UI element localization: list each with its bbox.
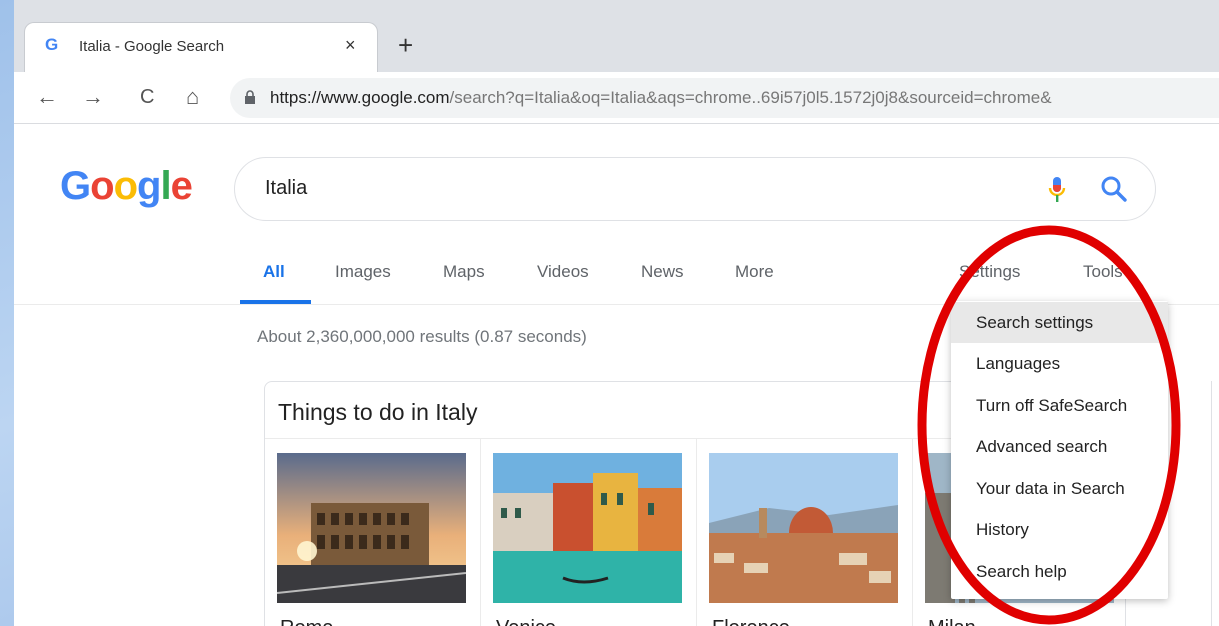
new-tab-button[interactable]: + — [398, 32, 413, 58]
search-icon[interactable] — [1099, 174, 1129, 204]
place-card-florence[interactable]: Florence — [697, 439, 913, 626]
home-icon[interactable]: ⌂ — [186, 84, 199, 110]
result-stats: About 2,360,000,000 results (0.87 second… — [257, 327, 587, 346]
microphone-icon[interactable] — [1047, 176, 1067, 204]
url-field[interactable]: https://www.google.com/search?q=Italia&o… — [230, 78, 1219, 118]
place-name[interactable]: Florence — [712, 617, 790, 626]
tab-images[interactable]: Images — [335, 262, 391, 282]
reload-icon[interactable]: C — [140, 84, 154, 110]
forward-icon[interactable]: → — [82, 84, 104, 110]
url-text: https://www.google.com/search?q=Italia&o… — [270, 88, 1219, 108]
rome-image[interactable] — [277, 453, 466, 603]
back-icon[interactable]: ← — [36, 84, 58, 110]
google-logo[interactable]: Google — [60, 163, 193, 209]
place-name[interactable]: Venice — [496, 617, 556, 626]
tab-maps[interactable]: Maps — [443, 262, 485, 282]
tab-title: Italia - Google Search — [79, 38, 225, 55]
lock-icon — [245, 90, 255, 104]
tab-close-icon[interactable]: × — [345, 35, 356, 56]
url-host: https://www.google.com — [270, 88, 450, 107]
place-card-rome[interactable]: Rome — [265, 439, 481, 626]
annotation-ring — [917, 225, 1181, 625]
search-input[interactable]: Italia — [265, 177, 307, 200]
search-box[interactable]: Italia — [234, 157, 1156, 221]
tab-videos[interactable]: Videos — [537, 262, 589, 282]
card-title[interactable]: Things to do in Italy — [278, 399, 477, 426]
tab-news[interactable]: News — [641, 262, 684, 282]
side-panel-edge — [1211, 381, 1219, 626]
place-card-venice[interactable]: Venice — [481, 439, 697, 626]
address-bar-row: ← → C ⌂ https://www.google.com/search?q=… — [14, 72, 1219, 124]
venice-image[interactable] — [493, 453, 682, 603]
browser-tab[interactable]: G Italia - Google Search × — [24, 22, 378, 72]
florence-image[interactable] — [709, 453, 898, 603]
url-path: /search?q=Italia&oq=Italia&aqs=chrome..6… — [449, 88, 1052, 107]
tab-all[interactable]: All — [263, 262, 285, 282]
tab-more[interactable]: More — [735, 262, 774, 282]
place-name[interactable]: Rome — [280, 617, 333, 626]
google-favicon-icon: G — [45, 35, 59, 54]
